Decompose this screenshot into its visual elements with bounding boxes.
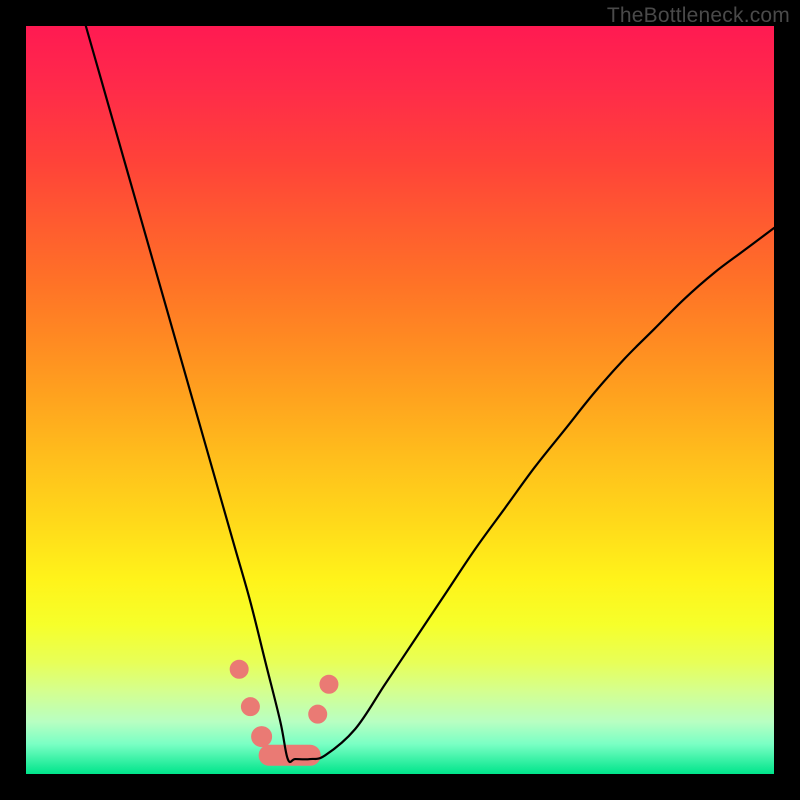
marker-point <box>320 675 338 693</box>
bottleneck-curve <box>86 26 774 762</box>
curve-plot <box>26 26 774 774</box>
watermark-text: TheBottleneck.com <box>607 4 790 28</box>
marker-point <box>309 705 327 723</box>
marker-point <box>241 698 259 716</box>
marker-point <box>230 660 248 678</box>
marker-point <box>252 727 272 747</box>
